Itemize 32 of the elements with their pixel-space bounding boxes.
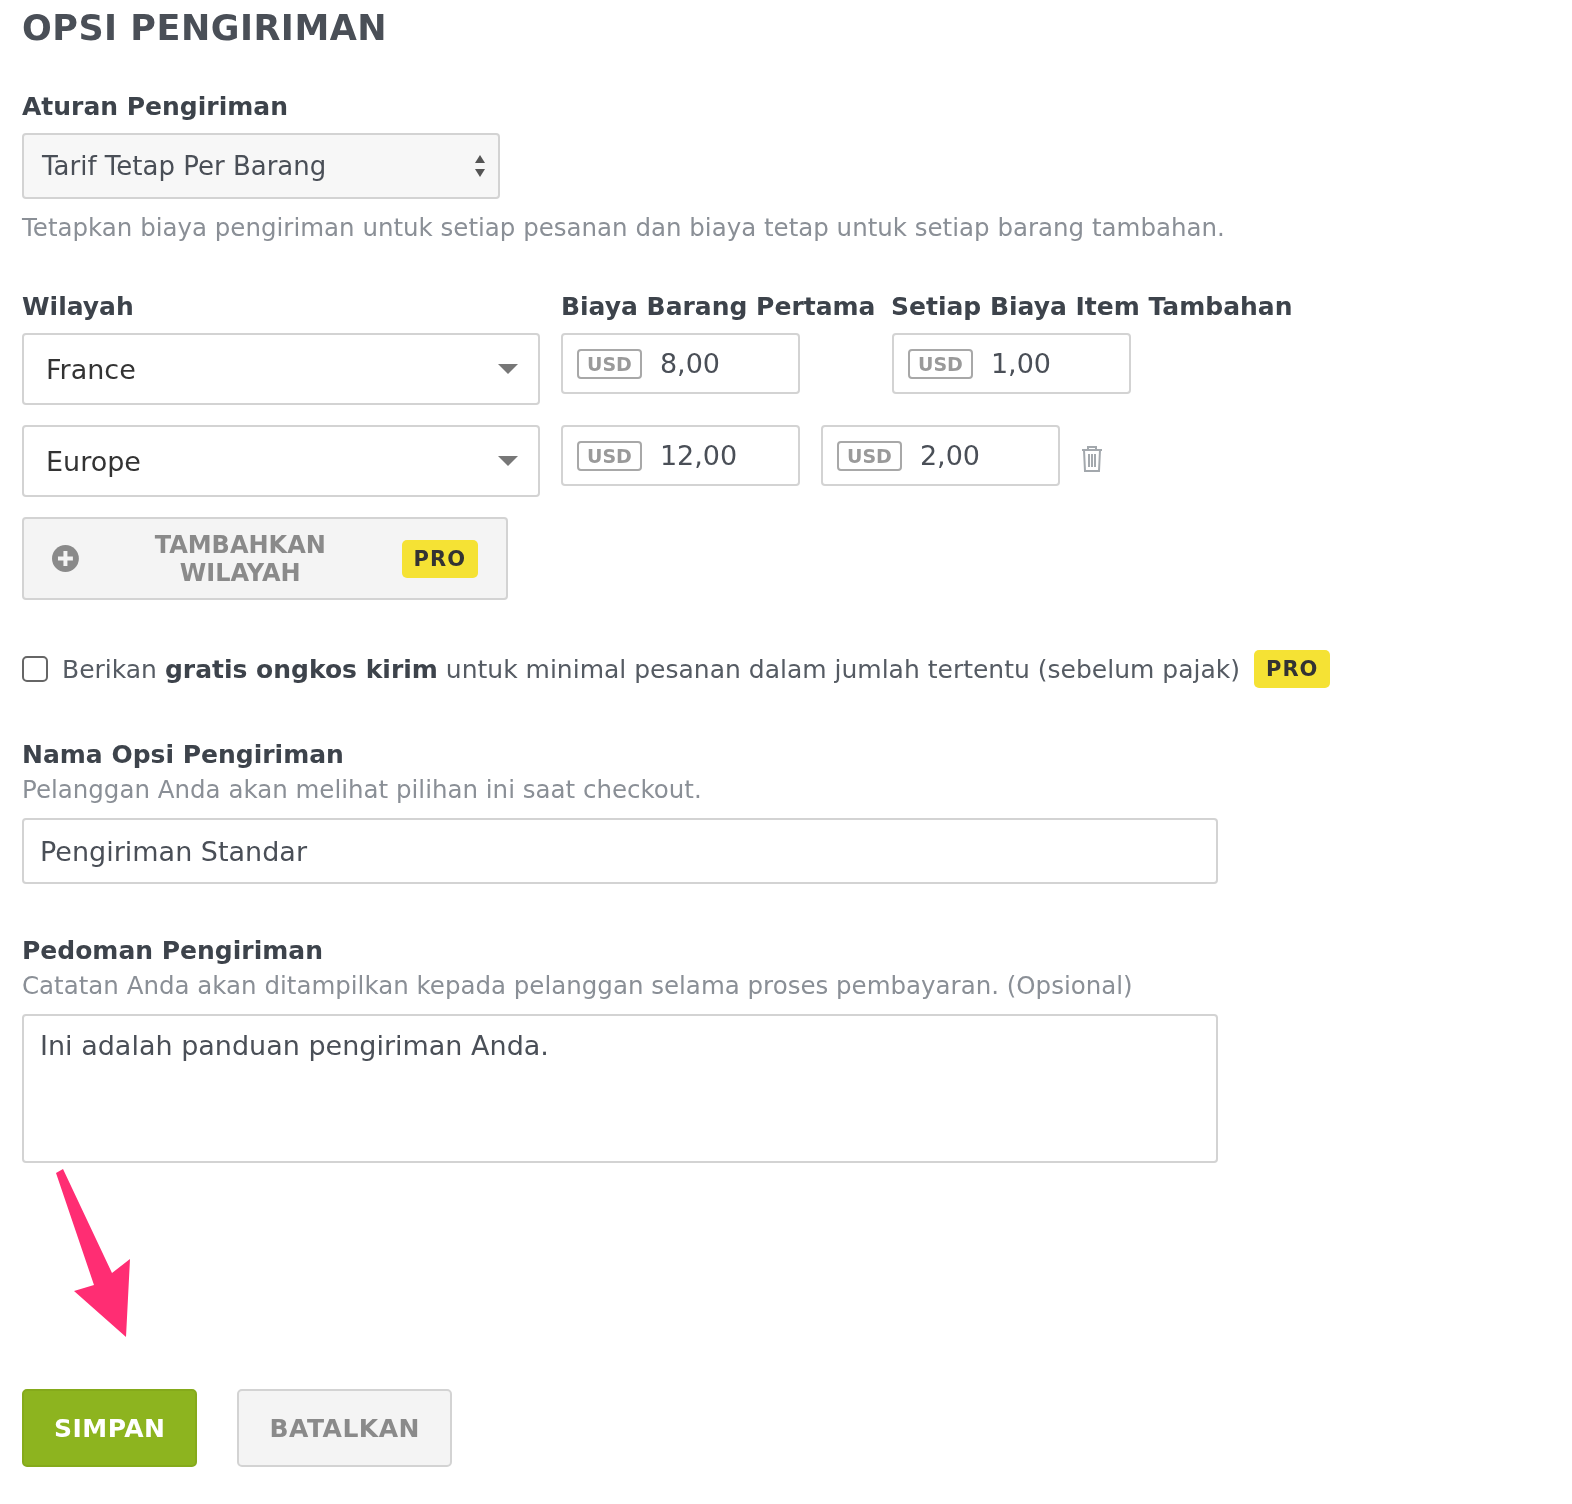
caret-icon <box>498 456 518 466</box>
currency-badge: USD <box>577 440 642 471</box>
checkbox-label: Berikan gratis ongkos kirim untuk minimal pesanan dalam jumlah tertentu (sebelum pajak) <box>62 654 1240 684</box>
currency-badge: USD <box>908 348 973 379</box>
pro-badge: PRO <box>1254 650 1331 688</box>
rule-dropdown[interactable]: Tarif Tetap Per Barang <box>22 133 500 199</box>
checkbox[interactable] <box>22 656 48 682</box>
region-dropdown[interactable]: Europe <box>22 425 540 497</box>
add-region-button[interactable]: TAMBAHKAN WILAYAH PRO <box>22 517 508 600</box>
price-field[interactable]: USD 2,00 <box>821 425 1060 486</box>
field-label: Nama Opsi Pengiriman <box>22 740 344 769</box>
region-dropdown[interactable]: France <box>22 333 540 405</box>
help-text: Pelanggan Anda akan melihat pilihan ini saat checkout. <box>22 775 702 804</box>
price-field[interactable]: USD 12,00 <box>561 425 800 486</box>
field-label: Pedoman Pengiriman <box>22 936 323 965</box>
guidelines-field[interactable]: Ini adalah panduan pengiriman Anda. <box>22 1014 1218 1163</box>
caret-icon <box>498 364 518 374</box>
help-text: Tetapkan biaya pengiriman untuk setiap pesanan dan biaya tetap untuk setiap barang tambahan. <box>22 213 1225 242</box>
column-header: Setiap Biaya Item Tambahan <box>891 292 1293 321</box>
help-text: Catatan Anda akan ditampilkan kepada pelanggan selama proses pembayaran. (Opsional) <box>22 971 1133 1000</box>
option-name-field[interactable]: Pengiriman Standar <box>22 818 1218 884</box>
column-header: Wilayah <box>22 292 135 321</box>
sort-arrows-icon <box>474 153 486 179</box>
plus-circle-icon <box>52 545 79 572</box>
field-label: Aturan Pengiriman <box>22 92 288 121</box>
pro-badge: PRO <box>401 539 478 578</box>
price-field[interactable]: USD 8,00 <box>561 333 800 394</box>
currency-badge: USD <box>577 348 642 379</box>
currency-badge: USD <box>837 440 902 471</box>
page-title: OPSI PENGIRIMAN <box>22 8 389 48</box>
column-header: Biaya Barang Pertama <box>561 292 877 321</box>
price-field[interactable]: USD 1,00 <box>892 333 1131 394</box>
